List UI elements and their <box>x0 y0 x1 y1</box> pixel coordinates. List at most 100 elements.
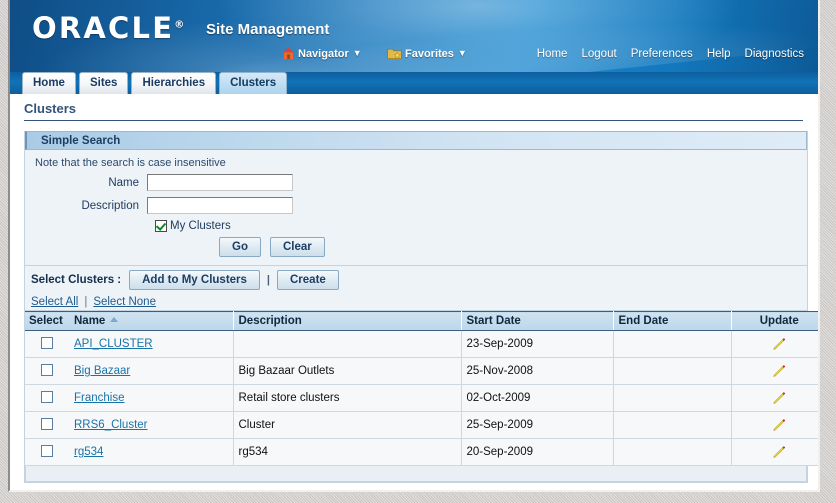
row-checkbox[interactable] <box>41 363 53 376</box>
create-button[interactable]: Create <box>277 270 339 290</box>
global-link-help[interactable]: Help <box>707 48 731 60</box>
cluster-name-link[interactable]: Franchise <box>74 392 125 404</box>
clusters-table-head: Select Name Description Start Date End D… <box>25 311 818 331</box>
row-start-date-cell: 25-Nov-2008 <box>461 357 614 385</box>
row-start-date-cell: 25-Sep-2009 <box>461 411 614 439</box>
favorites-menu[interactable]: Favorites ▼ <box>387 47 467 63</box>
page-title: Clusters <box>24 101 77 116</box>
row-start-date-cell: 20-Sep-2009 <box>461 438 614 466</box>
table-row: Franchise Retail store clusters 02-Oct-200… <box>25 384 818 412</box>
row-end-date-cell <box>613 330 732 358</box>
action-separator: | <box>266 274 270 286</box>
oracle-logo: ORACLE® <box>32 14 184 43</box>
pencil-icon[interactable] <box>771 418 787 434</box>
select-none-link[interactable]: Select None <box>93 296 156 308</box>
row-update-cell <box>731 330 818 358</box>
page-title-area: Clusters <box>10 94 818 121</box>
select-all-link[interactable]: Select All <box>31 296 78 308</box>
column-header-start-date: Start Date <box>461 311 614 331</box>
row-update-cell <box>731 384 818 412</box>
simple-search-body: Note that the search is case insensitive… <box>25 150 807 265</box>
table-header-row: Select Name Description Start Date End D… <box>25 311 818 331</box>
row-start-date-cell: 02-Oct-2009 <box>461 384 614 412</box>
row-update-cell <box>731 411 818 439</box>
cluster-name-link[interactable]: Big Bazaar <box>74 365 130 377</box>
tab-hierarchies[interactable]: Hierarchies <box>131 72 217 94</box>
row-name-cell: rg534 <box>69 438 234 466</box>
pencil-icon[interactable] <box>771 391 787 407</box>
row-name-cell: RRS6_Cluster <box>69 411 234 439</box>
page-app-title: Site Management <box>206 21 330 38</box>
row-description-cell <box>233 330 462 358</box>
column-header-name[interactable]: Name <box>69 311 234 331</box>
table-row: rg534 rg534 20-Sep-2009 <box>25 438 818 466</box>
row-select-cell <box>25 357 69 385</box>
row-end-date-cell <box>613 384 732 412</box>
my-clusters-label: My Clusters <box>170 220 231 232</box>
global-navigation-links: Home Logout Preferences Help Diagnostics <box>526 48 804 60</box>
cluster-name-link[interactable]: API_CLUSTER <box>74 338 153 350</box>
row-end-date-cell <box>613 438 732 466</box>
oracle-logo-text: ORACLE <box>32 11 175 45</box>
pencil-icon[interactable] <box>771 445 787 461</box>
row-start-date-cell: 23-Sep-2009 <box>461 330 614 358</box>
row-select-cell <box>25 411 69 439</box>
cluster-actions-bar: Select Clusters : Add to My Clusters | C… <box>25 265 807 294</box>
column-header-update: Update <box>731 311 818 331</box>
row-checkbox[interactable] <box>41 417 53 430</box>
cluster-name-link[interactable]: RRS6_Cluster <box>74 419 148 431</box>
select-links-separator: | <box>84 296 88 308</box>
select-all-none-links: Select All | Select None <box>25 294 807 311</box>
my-clusters-checkbox[interactable] <box>155 220 167 232</box>
row-description-cell: Cluster <box>233 411 462 439</box>
application-window: ORACLE® Site Management Navigator ▼ Favo… <box>8 0 820 492</box>
title-divider <box>24 120 803 121</box>
chevron-down-icon: ▼ <box>352 48 362 58</box>
global-link-diagnostics[interactable]: Diagnostics <box>745 48 804 60</box>
pencil-icon[interactable] <box>771 337 787 353</box>
global-link-home[interactable]: Home <box>537 48 568 60</box>
navigator-menu[interactable]: Navigator ▼ <box>282 47 362 63</box>
search-note: Note that the search is case insensitive <box>35 157 226 169</box>
favorites-label: Favorites <box>405 48 454 60</box>
table-footer-strip <box>25 466 807 482</box>
table-row: RRS6_Cluster Cluster 25-Sep-2009 <box>25 411 818 439</box>
tab-clusters[interactable]: Clusters <box>219 72 288 94</box>
global-link-preferences[interactable]: Preferences <box>631 48 693 60</box>
add-to-my-clusters-button[interactable]: Add to My Clusters <box>129 270 260 290</box>
row-end-date-cell <box>613 357 732 385</box>
row-name-cell: Big Bazaar <box>69 357 234 385</box>
row-description-cell: Big Bazaar Outlets <box>233 357 462 385</box>
global-link-logout[interactable]: Logout <box>582 48 617 60</box>
row-checkbox[interactable] <box>41 336 53 349</box>
row-name-cell: Franchise <box>69 384 234 412</box>
search-description-input[interactable] <box>147 197 293 214</box>
search-button-row: Go Clear <box>25 237 807 257</box>
search-name-input[interactable] <box>147 174 293 191</box>
row-description-cell: rg534 <box>233 438 462 466</box>
column-header-end-date: End Date <box>613 311 732 331</box>
row-checkbox[interactable] <box>41 444 53 457</box>
row-end-date-cell <box>613 411 732 439</box>
my-clusters-row: My Clusters <box>25 220 807 232</box>
row-checkbox[interactable] <box>41 390 53 403</box>
table-row: Big Bazaar Big Bazaar Outlets 25-Nov-2008 <box>25 357 818 385</box>
tab-sites[interactable]: Sites <box>78 72 129 94</box>
row-description-cell: Retail store clusters <box>233 384 462 412</box>
column-header-select: Select <box>25 311 69 331</box>
name-field-label: Name <box>108 176 139 189</box>
go-button[interactable]: Go <box>219 237 261 257</box>
desktop-background: ORACLE® Site Management Navigator ▼ Favo… <box>0 0 836 503</box>
sort-ascending-icon[interactable] <box>110 317 119 322</box>
row-update-cell <box>731 357 818 385</box>
pencil-icon[interactable] <box>771 364 787 380</box>
cluster-name-link[interactable]: rg534 <box>74 446 103 458</box>
clear-button[interactable]: Clear <box>269 237 325 257</box>
oracle-brand-header: ORACLE® Site Management Navigator ▼ Favo… <box>10 0 818 72</box>
row-update-cell <box>731 438 818 466</box>
simple-search-header: Simple Search <box>25 131 807 150</box>
tab-home[interactable]: Home <box>22 72 76 94</box>
row-name-cell: API_CLUSTER <box>69 330 234 358</box>
column-header-description: Description <box>233 311 462 331</box>
row-select-cell <box>25 330 69 358</box>
